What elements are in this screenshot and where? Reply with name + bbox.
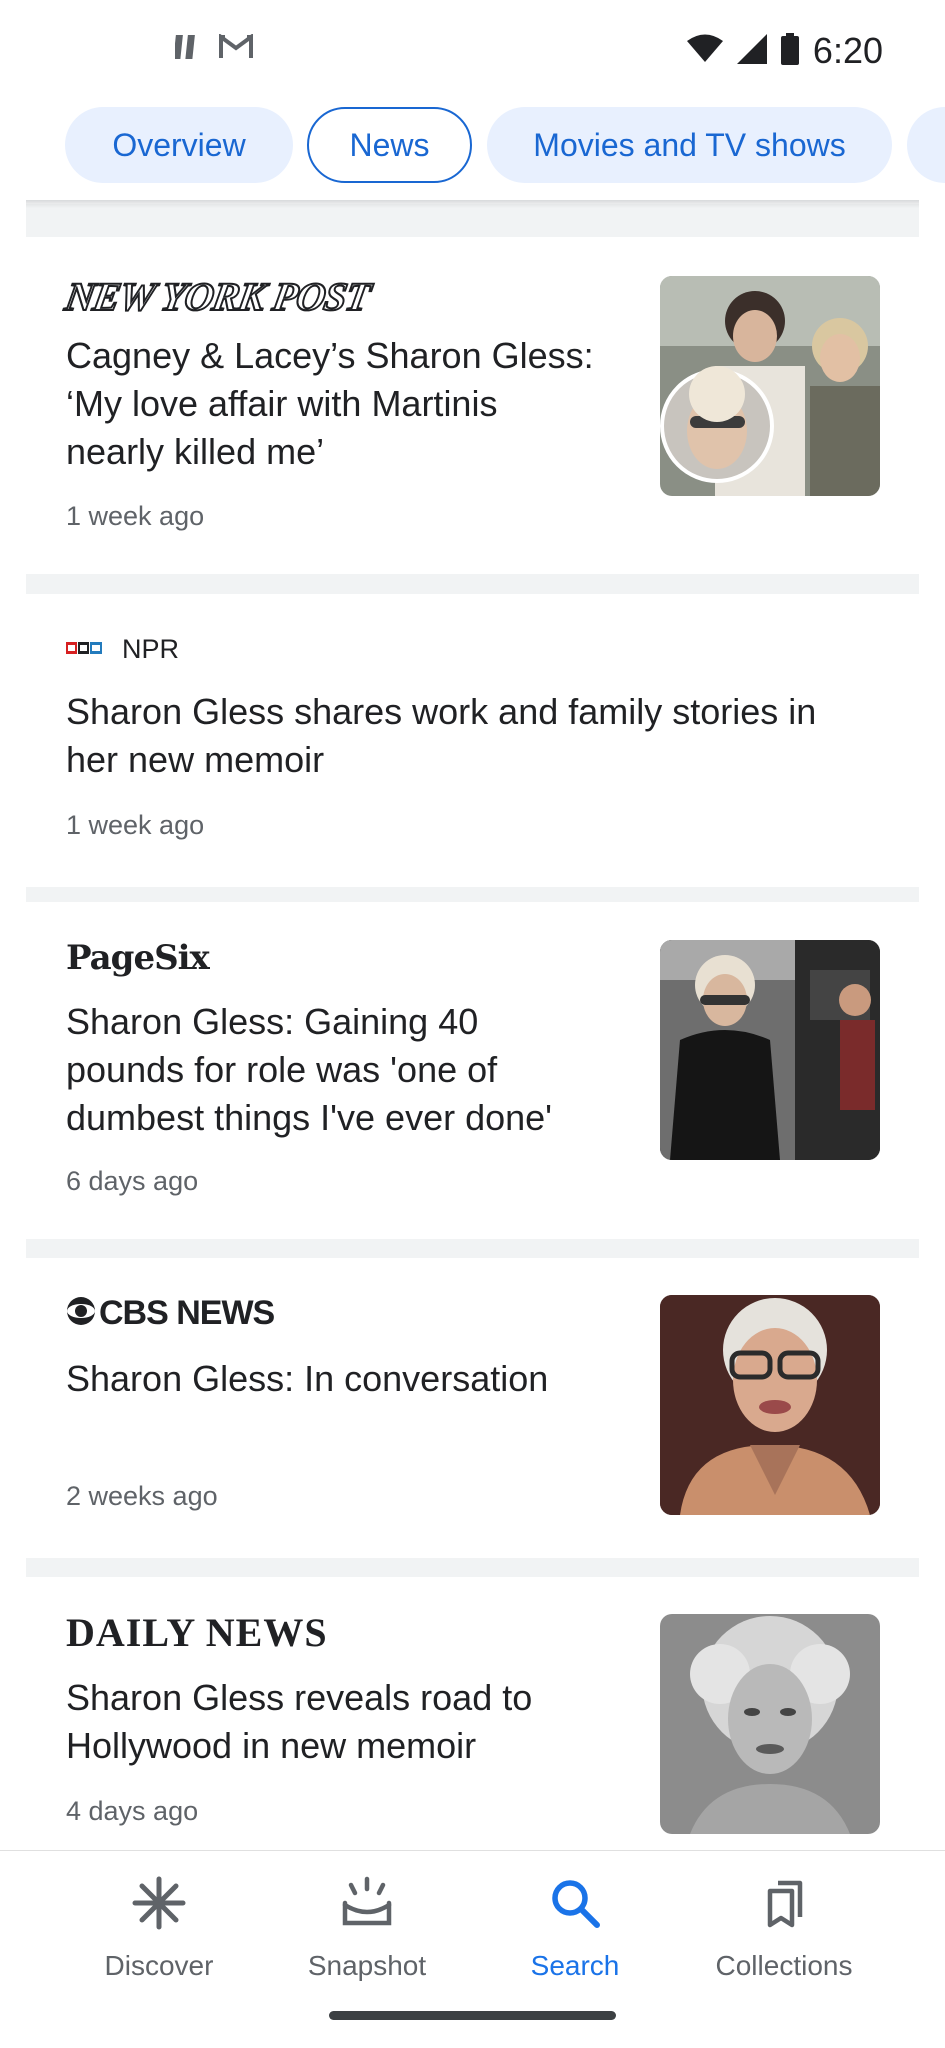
signal-icon [736, 33, 767, 69]
news-card-dailynews[interactable]: DAILY NEWS Sharon Gless reveals road to … [26, 1577, 919, 1850]
nav-snapshot-label: Snapshot [307, 1950, 427, 1981]
news-card-cbs[interactable]: CBS NEWS Sharon Gless: In conversation 2… [26, 1258, 919, 1558]
home-indicator[interactable] [329, 2011, 616, 2020]
tab-news-label: News [349, 126, 430, 163]
dailynews-logo: DAILY NEWS [66, 1610, 328, 1655]
tab-movies-tv[interactable]: Movies and TV shows [487, 107, 892, 183]
article-time: 1 week ago [66, 501, 205, 531]
tab-next[interactable] [907, 107, 945, 183]
wifi-icon [686, 34, 723, 69]
pagesix-logo: PageSix [66, 938, 210, 978]
article-headline: Sharon Gless: Gaining 40 pounds for role… [66, 1001, 553, 1138]
battery-icon [780, 32, 799, 70]
news-feed[interactable]: NEW YORK POST Cagney & Lacey’s Sharon Gl… [26, 204, 919, 1850]
nypost-logo: NEW YORK POST [61, 273, 374, 320]
article-thumbnail [660, 1614, 880, 1834]
status-bar: 6:20 [0, 0, 945, 100]
article-time: 2 weeks ago [66, 1481, 218, 1511]
article-time: 4 days ago [66, 1796, 199, 1826]
news-card-npr[interactable]: NPR Sharon Gless shares work and family … [26, 594, 919, 887]
tab-chips: Overview News Movies and TV shows [0, 105, 945, 185]
source-name: NPR [122, 634, 180, 664]
news-card-pagesix[interactable]: PageSix Sharon Gless: Gaining 40 pounds … [26, 902, 919, 1239]
source-row: DAILY NEWS [66, 1609, 328, 1656]
feed-top-shadow [26, 200, 919, 208]
status-time: 6:20 [812, 30, 883, 71]
news-card-nypost[interactable]: NEW YORK POST Cagney & Lacey’s Sharon Gl… [26, 237, 919, 574]
article-headline: Cagney & Lacey’s Sharon Gless: ‘My love … [66, 335, 594, 472]
article-headline: Sharon Gless shares work and family stor… [66, 691, 817, 780]
source-row: NEW YORK POST [61, 273, 374, 320]
tab-movies-tv-label: Movies and TV shows [533, 126, 846, 163]
article-headline: Sharon Gless reveals road to Hollywood i… [66, 1677, 533, 1766]
nav-collections-label: Collections [715, 1950, 853, 1981]
source-row: PageSix [66, 938, 210, 978]
article-thumbnail [660, 940, 880, 1160]
tab-overview-label: Overview [112, 126, 246, 163]
article-thumbnail [660, 276, 880, 496]
search-icon [547, 1875, 603, 1936]
source-row: CBS NEWS [66, 1294, 275, 1333]
source-row: NPR [66, 634, 179, 665]
collections-icon [756, 1875, 812, 1936]
asterisk-icon [131, 1875, 187, 1936]
nav-collections[interactable]: Collections [684, 1875, 884, 1982]
nav-search-label: Search [530, 1950, 620, 1981]
snapshot-icon [339, 1875, 395, 1936]
article-headline: Sharon Gless: In conversation [66, 1358, 549, 1399]
nav-snapshot[interactable]: Snapshot [267, 1875, 467, 1982]
gmail-icon [219, 33, 253, 65]
article-time: 6 days ago [66, 1166, 199, 1196]
nav-search[interactable]: Search [475, 1875, 675, 1982]
tab-news[interactable]: News [307, 107, 472, 183]
nav-discover-label: Discover [104, 1950, 214, 1981]
cbs-eye-icon [66, 1296, 96, 1331]
npr-logo-icon [66, 641, 102, 659]
pause-icon [173, 34, 197, 65]
tab-overview[interactable]: Overview [65, 107, 293, 183]
cbs-logo: CBS NEWS [99, 1294, 275, 1332]
nav-discover[interactable]: Discover [59, 1875, 259, 1982]
article-time: 1 week ago [66, 810, 205, 840]
article-thumbnail [660, 1295, 880, 1515]
